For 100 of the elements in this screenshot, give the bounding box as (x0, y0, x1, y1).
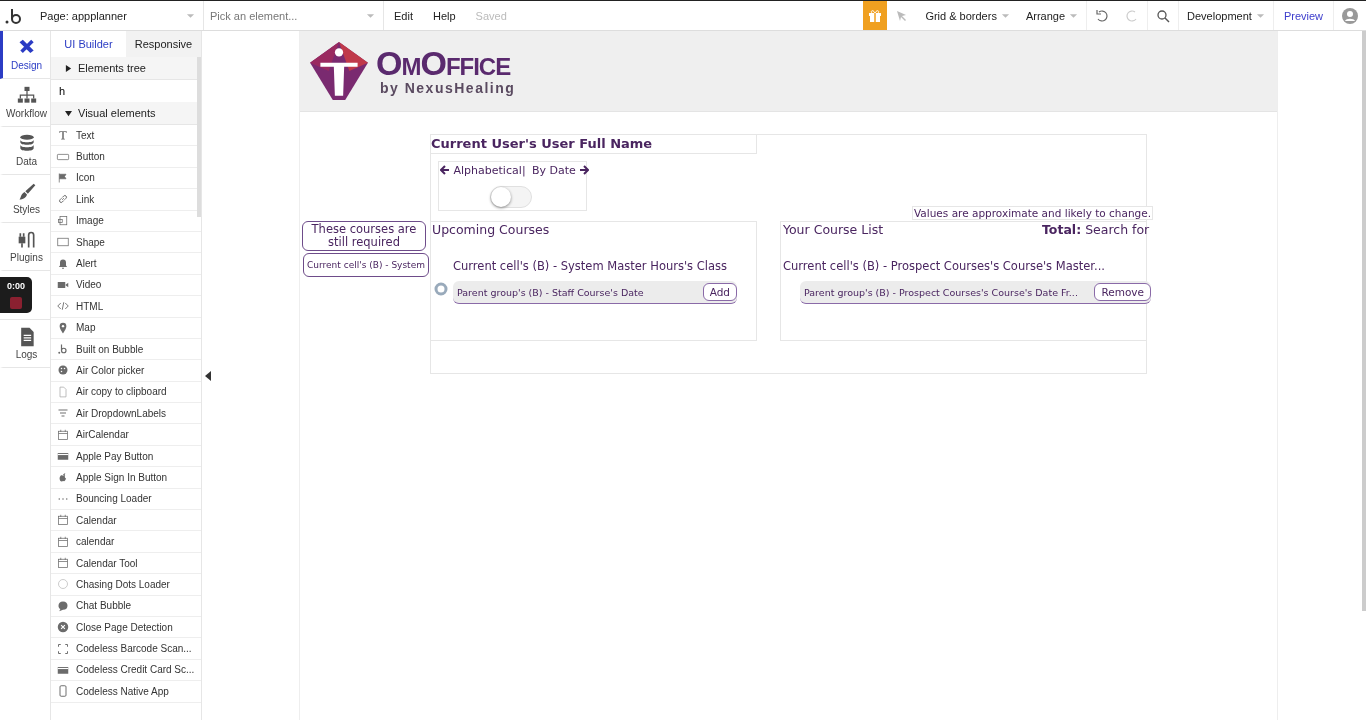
element-item[interactable]: Calendar Tool (51, 552, 201, 575)
element-type-icon (56, 129, 70, 142)
preview-link[interactable]: Preview (1272, 1, 1333, 30)
expanded-icon (65, 109, 72, 117)
element-type-icon (56, 685, 70, 698)
logo-subtitle: by NexusHealing (380, 80, 516, 96)
environment-menu[interactable]: Development (1178, 1, 1273, 30)
element-item[interactable]: Calendar (51, 510, 201, 532)
element-type-icon (56, 514, 70, 527)
element-type-icon (56, 300, 70, 313)
element-item[interactable]: Air copy to clipboard (51, 381, 201, 404)
element-item[interactable]: Close Page Detection (51, 617, 201, 639)
element-type-icon (56, 450, 70, 463)
add-button[interactable]: Add (702, 283, 737, 301)
panel-tab[interactable]: Responsive (126, 31, 201, 57)
element-item[interactable]: Shape (51, 231, 201, 254)
list-cell: Current cell's (B) - Prospect Courses's Course's Master... (783, 259, 1105, 273)
caret-icon (1000, 12, 1010, 19)
toggle-switch[interactable] (490, 186, 532, 208)
element-item[interactable]: Chasing Dots Loader (51, 574, 201, 596)
required-note: These courses are still required (302, 221, 426, 251)
element-type-icon (56, 171, 70, 184)
total-label: Total: Search for (1042, 222, 1150, 237)
remove-button[interactable]: Remove (1094, 283, 1151, 301)
element-item[interactable]: HTML (51, 296, 201, 318)
element-type-icon (56, 364, 70, 377)
row-text: Parent group's (B) - Prospect Courses's Course's Date Fr... (804, 286, 1078, 298)
drag-handle-icon[interactable] (434, 282, 448, 296)
plug-icon (16, 230, 37, 250)
element-item[interactable]: Bouncing Loader (51, 488, 201, 511)
element-item[interactable]: Air Color picker (51, 360, 201, 382)
upcoming-title: Upcoming Courses (432, 222, 550, 237)
menu-item[interactable]: Edit (384, 9, 423, 22)
rail-tab[interactable]: Plugins (0, 223, 50, 271)
scrollbar[interactable] (197, 57, 201, 217)
element-type-icon (56, 343, 70, 356)
system-cell: Current cell's (B) - System (303, 253, 429, 277)
save-status: Saved (474, 9, 508, 22)
element-type-icon (56, 257, 70, 270)
rail-tab[interactable]: Styles (0, 175, 50, 223)
workflow-icon (16, 86, 37, 106)
caret-icon (1255, 12, 1265, 19)
element-item[interactable]: Apple Sign In Button (51, 467, 201, 489)
rail-tab[interactable]: Data (0, 127, 50, 175)
search-icon[interactable] (1156, 8, 1171, 23)
element-item[interactable]: Video (51, 274, 201, 297)
element-item[interactable]: Air DropdownLabels (51, 403, 201, 425)
element-type-icon (56, 193, 70, 206)
element-type-icon (56, 385, 70, 398)
caret-icon (366, 12, 375, 19)
left-arrow-icon (440, 165, 450, 175)
element-item[interactable]: Built on Bubble (51, 338, 201, 361)
brush-icon (16, 182, 37, 202)
element-type-icon (56, 428, 70, 441)
element-type-icon (56, 557, 70, 569)
scrollbar[interactable] (1362, 31, 1366, 611)
arrange-menu[interactable]: Arrange (1017, 1, 1087, 30)
element-item[interactable]: Codeless Credit Card Sc... (51, 659, 201, 682)
recording-time: 0:00 (7, 281, 25, 291)
sort-label: Alphabetical (440, 164, 522, 177)
rail-tab[interactable]: Workflow (0, 79, 50, 127)
element-type-icon (56, 578, 70, 591)
rail-tab[interactable]: Logs (0, 320, 50, 368)
collapsed-icon (65, 64, 72, 72)
caret-icon (1069, 12, 1079, 19)
user-name: Current User's User Full Name (431, 136, 653, 151)
element-item[interactable]: calendar (51, 531, 201, 553)
element-item[interactable]: Codeless Native App (51, 681, 201, 703)
upcoming-cell: Current cell's (B) - System Master Hours's Class (453, 259, 727, 273)
sort-label: By Date (532, 164, 590, 177)
element-item[interactable]: AirCalendar (51, 424, 201, 446)
element-type-icon (56, 236, 70, 249)
element-item[interactable]: Chat Bubble (51, 595, 201, 617)
caret-icon (186, 12, 195, 19)
logo-icon (308, 40, 370, 102)
element-type-icon (56, 599, 70, 612)
element-item[interactable]: Apple Pay Button (51, 445, 201, 468)
separator: | (522, 164, 526, 177)
element-type-icon (56, 214, 70, 227)
page-selector[interactable]: Page: appplanner (34, 1, 204, 30)
element-item[interactable]: Alert (51, 253, 201, 275)
gift-button[interactable] (863, 1, 888, 30)
element-item[interactable]: Map (51, 317, 201, 339)
collapse-icon[interactable] (205, 371, 211, 381)
gift-icon (868, 8, 883, 23)
element-type-icon (56, 407, 70, 420)
element-type-icon (56, 535, 70, 548)
undo-icon[interactable] (1095, 8, 1110, 23)
list-title: Your Course List (783, 222, 884, 237)
grid-menu[interactable]: Grid & borders (917, 1, 1018, 30)
stop-button[interactable] (10, 297, 22, 309)
element-type-icon (56, 642, 70, 655)
element-type-icon (56, 621, 70, 634)
menu-item[interactable]: Help (422, 9, 466, 22)
avatar-icon[interactable] (1342, 7, 1358, 24)
logo-title: OmOffice (376, 46, 512, 80)
disclaimer: Values are approximate and likely to change. (912, 206, 1154, 220)
element-item[interactable]: Codeless Barcode Scan... (51, 638, 201, 660)
right-arrow-icon (579, 165, 590, 175)
element-picker[interactable]: Pick an element... (204, 1, 384, 30)
